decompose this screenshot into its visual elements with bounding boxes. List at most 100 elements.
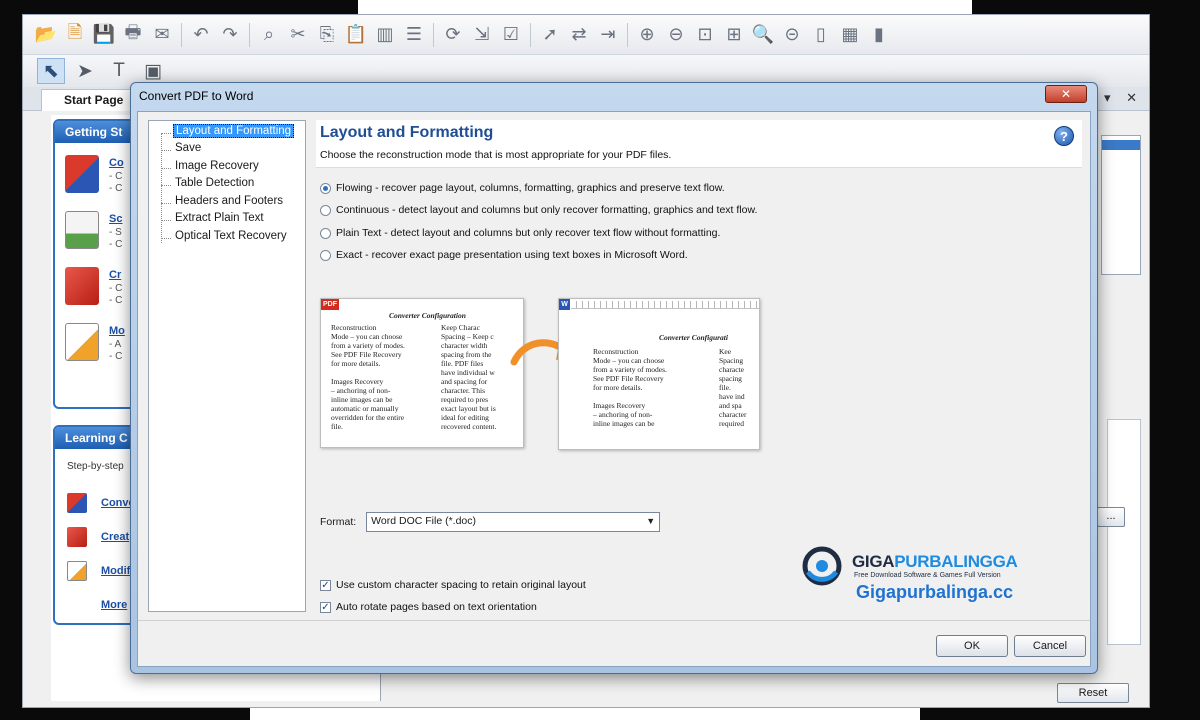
minus-circle-icon[interactable]: ⊝ bbox=[779, 22, 805, 48]
dialog-titlebar[interactable]: Convert PDF to Word ✕ bbox=[131, 83, 1097, 109]
gs-link[interactable]: Cr bbox=[109, 269, 121, 281]
radio-button[interactable] bbox=[320, 204, 331, 216]
cut-icon[interactable]: ✂ bbox=[285, 22, 311, 48]
pdf-page-heading: Converter Configuration bbox=[389, 311, 466, 320]
find-icon[interactable]: ⌕ bbox=[256, 22, 282, 48]
lc-link[interactable]: Modifi bbox=[101, 565, 133, 577]
convert-icon[interactable]: ⇄ bbox=[566, 22, 592, 48]
nav-item-save[interactable]: Save bbox=[161, 142, 203, 158]
single-page-icon[interactable]: ▯ bbox=[808, 22, 834, 48]
select-tool-icon[interactable]: ⬉ bbox=[37, 58, 65, 84]
watermark-brand-a: GIGA bbox=[852, 552, 895, 571]
lc-link[interactable]: Creat bbox=[101, 531, 129, 543]
cancel-button[interactable]: Cancel bbox=[1014, 635, 1086, 657]
browse-button[interactable]: ... bbox=[1097, 507, 1125, 527]
background-band-top bbox=[358, 0, 972, 14]
print-icon[interactable]: 🖶 bbox=[120, 22, 146, 48]
rotate-icon[interactable]: ⟳ bbox=[440, 22, 466, 48]
gs-link[interactable]: Co bbox=[109, 157, 124, 169]
copy-icon[interactable]: ⎘ bbox=[314, 22, 340, 48]
mode-option-label: Continuous - detect layout and columns b… bbox=[336, 204, 758, 216]
pointer-tool-icon[interactable]: ➤ bbox=[71, 58, 99, 84]
nav-item-image-recovery[interactable]: Image Recovery bbox=[161, 160, 261, 176]
gs-sub: - C - C bbox=[109, 171, 123, 194]
main-toolbar: 📂 🗎 💾 🖶 ✉ ↶ ↷ ⌕ ✂ ⎘ 📋 ▥ ☰ ⟳ ⇲ ☑ ➚ ⇄ ⇥ ⊕ … bbox=[23, 15, 1149, 55]
learning-center-text: Step-by-step bbox=[67, 461, 124, 472]
nav-item-label: Table Detection bbox=[175, 177, 255, 189]
forward-icon[interactable]: ➚ bbox=[537, 22, 563, 48]
toolbar-separator bbox=[249, 22, 250, 47]
layout-icon[interactable]: ☰ bbox=[401, 22, 427, 48]
ruler bbox=[571, 301, 759, 309]
lc-more-link[interactable]: More bbox=[101, 599, 127, 611]
custom-spacing-option[interactable]: ✓ Use custom character spacing to retain… bbox=[320, 577, 586, 593]
word-page-column-1: Reconstruction Mode – you can choose fro… bbox=[593, 347, 667, 428]
toolbar-separator bbox=[530, 22, 531, 47]
mode-option-label: Plain Text - detect layout and columns b… bbox=[336, 227, 721, 239]
word-badge-icon: W bbox=[559, 299, 570, 310]
watermark-brand-b: PURBALINGGA bbox=[894, 552, 1018, 571]
radio-button[interactable] bbox=[320, 227, 331, 239]
toolbar-separator bbox=[433, 22, 434, 47]
watermark-logo-icon bbox=[802, 546, 842, 586]
create-pdf-icon bbox=[65, 267, 99, 305]
nav-item-label: Optical Text Recovery bbox=[175, 230, 287, 242]
recent-files-selected-row[interactable] bbox=[1102, 140, 1140, 150]
gs-link[interactable]: Sc bbox=[109, 213, 122, 225]
checkbox[interactable]: ✓ bbox=[320, 601, 331, 613]
background-band-bottom bbox=[250, 708, 920, 720]
insert-icon[interactable]: ⇲ bbox=[469, 22, 495, 48]
save-icon[interactable]: 💾 bbox=[91, 22, 117, 48]
bar-icon[interactable]: ▮ bbox=[866, 22, 892, 48]
reset-button[interactable]: Reset bbox=[1057, 683, 1129, 703]
nav-item-layout-formatting[interactable]: Layout and Formatting bbox=[161, 124, 295, 141]
scan-document-icon bbox=[65, 211, 99, 249]
help-icon[interactable]: ? bbox=[1054, 126, 1074, 146]
watermark-brand: GIGAPURBALINGGA bbox=[852, 552, 1018, 572]
grid-icon[interactable]: ▦ bbox=[837, 22, 863, 48]
dialog-title: Convert PDF to Word bbox=[139, 89, 254, 103]
checkbox-label: Use custom character spacing to retain o… bbox=[336, 579, 586, 591]
auto-rotate-option[interactable]: ✓ Auto rotate pages based on text orient… bbox=[320, 599, 537, 615]
tab-start-page[interactable]: Start Page bbox=[41, 89, 137, 111]
new-document-icon[interactable]: 🗎 bbox=[62, 22, 88, 48]
page-description: Choose the reconstruction mode that is m… bbox=[320, 149, 672, 161]
fit-page-icon[interactable]: ⊡ bbox=[692, 22, 718, 48]
ok-button[interactable]: OK bbox=[936, 635, 1008, 657]
gs-link[interactable]: Mo bbox=[109, 325, 125, 337]
pdf-page-preview: PDF Converter Configuration Reconstructi… bbox=[320, 298, 524, 448]
undo-icon[interactable]: ↶ bbox=[188, 22, 214, 48]
pdf-badge-icon: PDF bbox=[321, 299, 339, 310]
nav-item-extract-plain-text[interactable]: Extract Plain Text bbox=[161, 212, 266, 228]
watermark-tagline: Free Download Software & Games Full Vers… bbox=[854, 572, 1001, 579]
dialog-close-button[interactable]: ✕ bbox=[1045, 85, 1087, 103]
nav-item-table-detection[interactable]: Table Detection bbox=[161, 177, 256, 193]
checklist-icon[interactable]: ☑ bbox=[498, 22, 524, 48]
email-icon[interactable]: ✉ bbox=[149, 22, 175, 48]
text-tool-icon[interactable]: T bbox=[105, 58, 133, 84]
nav-item-headers-footers[interactable]: Headers and Footers bbox=[161, 195, 285, 211]
convert-icon bbox=[67, 493, 87, 513]
zoom-box-icon[interactable]: ⊞ bbox=[721, 22, 747, 48]
recent-files-list[interactable] bbox=[1101, 135, 1141, 275]
open-folder-icon[interactable]: 📂 bbox=[33, 22, 59, 48]
mode-option-exact[interactable]: Exact - recover exact page presentation … bbox=[320, 247, 688, 263]
mode-option-continuous[interactable]: Continuous - detect layout and columns b… bbox=[320, 202, 757, 218]
mode-option-plain-text[interactable]: Plain Text - detect layout and columns b… bbox=[320, 225, 720, 241]
tab-controls[interactable]: ▾ ✕ bbox=[1104, 90, 1143, 106]
mode-option-flowing[interactable]: Flowing - recover page layout, columns, … bbox=[320, 180, 725, 196]
checkbox[interactable]: ✓ bbox=[320, 579, 331, 591]
radio-button[interactable] bbox=[320, 182, 331, 194]
zoom-in-icon[interactable]: ⊕ bbox=[634, 22, 660, 48]
redo-icon[interactable]: ↷ bbox=[217, 22, 243, 48]
magnifier-icon[interactable]: 🔍 bbox=[750, 22, 776, 48]
two-pages-icon[interactable]: ▥ bbox=[372, 22, 398, 48]
paste-icon[interactable]: 📋 bbox=[343, 22, 369, 48]
radio-button[interactable] bbox=[320, 249, 331, 261]
export-icon[interactable]: ⇥ bbox=[595, 22, 621, 48]
snapshot-tool-icon[interactable]: ▣ bbox=[139, 58, 167, 84]
zoom-out-icon[interactable]: ⊖ bbox=[663, 22, 689, 48]
format-select[interactable]: Word DOC File (*.doc) ▼ bbox=[366, 512, 661, 532]
nav-item-optical-text-recovery[interactable]: Optical Text Recovery bbox=[161, 230, 289, 246]
word-page-heading: Converter Configurati bbox=[659, 333, 728, 342]
